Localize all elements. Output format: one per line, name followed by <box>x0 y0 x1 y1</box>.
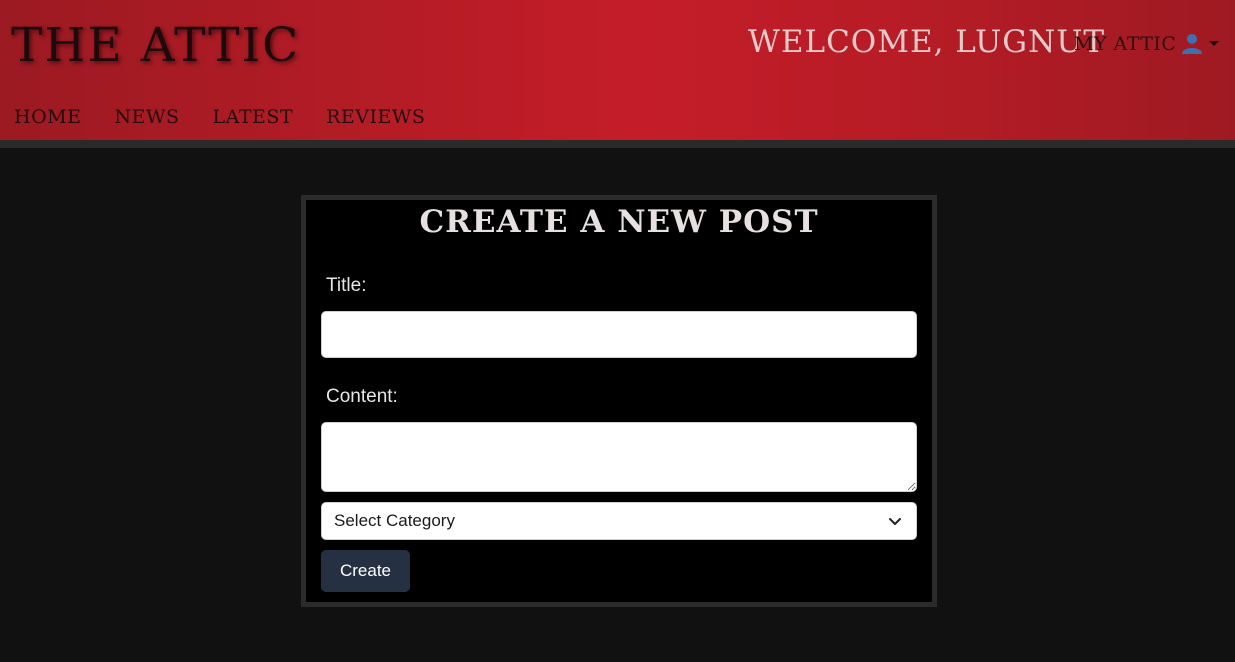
nav-item-news[interactable]: NEWS <box>114 104 179 132</box>
site-logo[interactable]: THE ATTIC <box>11 18 300 74</box>
user-menu-dropdown[interactable] <box>1180 30 1222 56</box>
chevron-down-icon <box>1209 40 1219 46</box>
user-icon <box>1182 34 1202 54</box>
form-title: CREATE A NEW POST <box>419 204 819 240</box>
site-header: THE ATTIC WELCOME, LUGNUT MY ATTIC HOME … <box>0 0 1235 140</box>
create-button[interactable]: Create <box>321 550 410 592</box>
nav-item-latest[interactable]: LATEST <box>213 104 294 132</box>
title-label: Title: <box>326 275 367 296</box>
welcome-message: WELCOME, LUGNUT <box>748 24 1105 60</box>
category-select-value: Select Category <box>334 511 455 530</box>
header-divider <box>0 140 1235 148</box>
nav-item-home[interactable]: HOME <box>14 104 81 132</box>
nav-item-reviews[interactable]: REVIEWS <box>326 104 425 132</box>
content-label: Content: <box>326 386 398 407</box>
title-input[interactable] <box>321 311 917 358</box>
content-textarea[interactable] <box>321 422 917 492</box>
main-nav: HOME NEWS LATEST REVIEWS <box>14 104 458 132</box>
create-post-form: CREATE A NEW POST Title: Content: Select… <box>301 195 937 607</box>
my-attic-link[interactable]: MY ATTIC <box>1074 32 1176 56</box>
chevron-down-icon <box>889 518 901 525</box>
category-select[interactable]: Select Category <box>321 502 917 540</box>
